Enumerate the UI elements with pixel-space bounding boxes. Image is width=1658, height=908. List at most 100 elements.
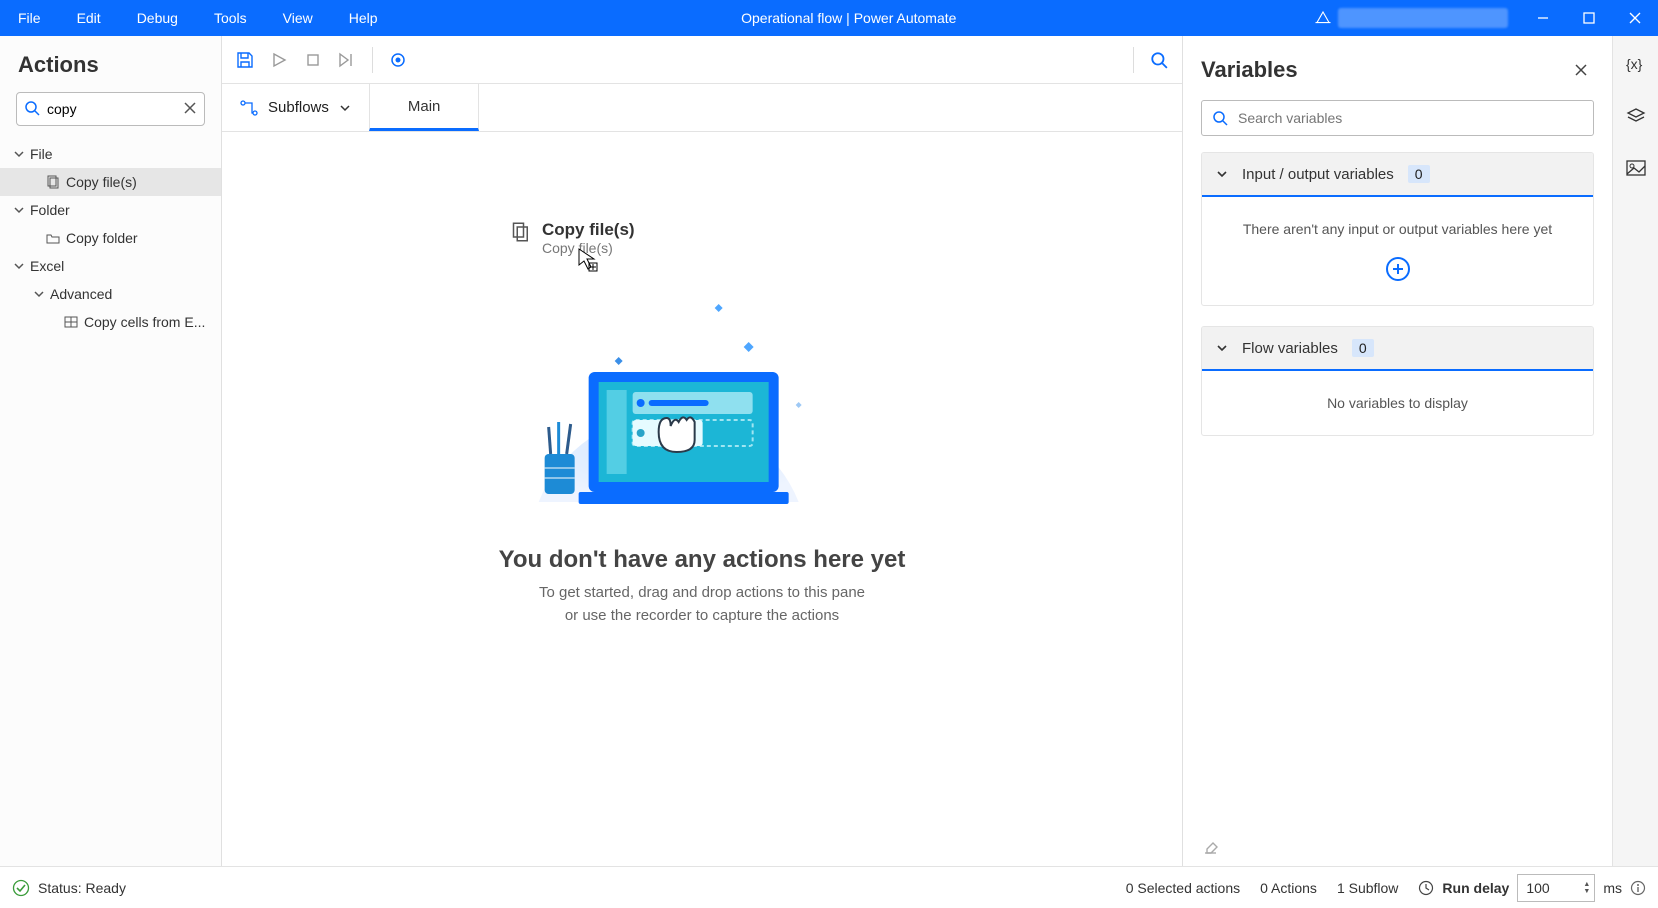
close-variables-button[interactable] (1568, 57, 1594, 83)
clock-icon (1418, 880, 1434, 896)
subflow-bar: Subflows Main (222, 84, 1182, 132)
menu-bar: File Edit Debug Tools View Help (0, 0, 396, 36)
run-delay-spinner[interactable]: ▲▼ (1583, 881, 1590, 895)
status-ok-icon (12, 879, 30, 897)
tree-group-label: Advanced (50, 286, 112, 302)
stop-button[interactable] (296, 43, 330, 77)
tree-item-copy-folder[interactable]: Copy folder (0, 224, 221, 252)
flow-variables-empty-text: No variables to display (1212, 395, 1583, 411)
tree-item-copy-files[interactable]: Copy file(s) (0, 168, 221, 196)
drag-ghost-copy-files: Copy file(s) Copy file(s) (512, 220, 635, 256)
menu-edit[interactable]: Edit (59, 0, 119, 36)
status-selected-actions: 0 Selected actions (1126, 880, 1240, 896)
eraser-icon[interactable] (1203, 836, 1592, 854)
chevron-down-icon (339, 102, 351, 114)
toolbar-separator (1133, 47, 1134, 73)
search-icon (1150, 51, 1168, 69)
play-icon (271, 52, 287, 68)
close-button[interactable] (1612, 0, 1658, 36)
tree-group-file[interactable]: File (0, 140, 221, 168)
tree-item-label: Copy folder (66, 230, 138, 246)
copy-files-icon (46, 175, 60, 189)
editor-area: Subflows Main Copy file(s) Copy file(s) (222, 36, 1182, 866)
layers-icon (1626, 107, 1646, 125)
close-icon (1574, 63, 1588, 77)
tree-group-label: Folder (30, 202, 70, 218)
step-icon (338, 52, 356, 68)
right-rail: {x} (1612, 36, 1658, 866)
tree-group-label: File (30, 146, 53, 162)
plus-icon (1392, 263, 1404, 275)
menu-help[interactable]: Help (331, 0, 396, 36)
environment-icon (1314, 9, 1332, 27)
actions-search-box (16, 92, 205, 126)
actions-search-input[interactable] (16, 92, 205, 126)
io-variables-count: 0 (1408, 165, 1430, 183)
maximize-button[interactable] (1566, 0, 1612, 36)
copy-folder-icon (46, 231, 60, 245)
run-delay-unit: ms (1603, 880, 1622, 896)
tree-item-label: Copy file(s) (66, 174, 137, 190)
empty-heading: You don't have any actions here yet (499, 546, 906, 574)
rail-ui-elements-button[interactable] (1622, 102, 1650, 130)
menu-debug[interactable]: Debug (119, 0, 196, 36)
save-button[interactable] (228, 43, 262, 77)
io-variables-empty-text: There aren't any input or output variabl… (1212, 221, 1583, 237)
chevron-down-icon (14, 149, 24, 159)
editor-toolbar (222, 36, 1182, 84)
run-button[interactable] (262, 43, 296, 77)
flow-variables-header[interactable]: Flow variables 0 (1202, 327, 1593, 371)
status-actions-count: 0 Actions (1260, 880, 1317, 896)
search-icon (24, 100, 40, 116)
run-delay-input[interactable]: 100 ▲▼ (1517, 874, 1595, 902)
subflows-label: Subflows (268, 99, 329, 116)
info-icon[interactable] (1630, 880, 1646, 896)
step-button[interactable] (330, 43, 364, 77)
status-subflows-count: 1 Subflow (1337, 880, 1398, 896)
tree-group-label: Excel (30, 258, 64, 274)
variables-search-box (1201, 100, 1594, 136)
tab-main[interactable]: Main (369, 84, 480, 131)
search-flow-button[interactable] (1142, 43, 1176, 77)
environment-name (1338, 8, 1508, 28)
toolbar-separator (372, 47, 373, 73)
empty-state: You don't have any actions here yet To g… (499, 282, 906, 627)
menu-file[interactable]: File (0, 0, 59, 36)
menu-view[interactable]: View (265, 0, 331, 36)
empty-text: To get started, drag and drop actions to… (499, 582, 906, 627)
tree-item-copy-cells[interactable]: Copy cells from E... (0, 308, 221, 336)
rail-variables-button[interactable]: {x} (1622, 50, 1650, 78)
io-variables-header[interactable]: Input / output variables 0 (1202, 153, 1593, 197)
actions-panel: Actions File (0, 36, 222, 866)
chevron-down-icon (1216, 342, 1228, 354)
subflows-dropdown[interactable]: Subflows (222, 84, 369, 131)
tree-item-label: Copy cells from E... (84, 314, 205, 330)
stop-icon (306, 53, 320, 67)
chevron-down-icon (1216, 168, 1228, 180)
tree-group-excel[interactable]: Excel (0, 252, 221, 280)
tree-group-folder[interactable]: Folder (0, 196, 221, 224)
environment-indicator[interactable] (1302, 8, 1520, 28)
save-icon (236, 51, 254, 69)
rail-images-button[interactable] (1622, 154, 1650, 182)
add-io-variable-button[interactable] (1386, 257, 1410, 281)
drag-title: Copy file(s) (542, 220, 635, 240)
excel-icon (64, 315, 78, 329)
flow-variables-label: Flow variables (1242, 340, 1338, 357)
chevron-down-icon (14, 261, 24, 271)
actions-title: Actions (0, 36, 221, 86)
actions-tree: File Copy file(s) Folder Copy folder (0, 136, 221, 340)
minimize-button[interactable] (1520, 0, 1566, 36)
record-button[interactable] (381, 43, 415, 77)
io-variables-label: Input / output variables (1242, 166, 1394, 183)
image-icon (1626, 160, 1646, 176)
subflow-icon (240, 100, 258, 116)
tree-group-advanced[interactable]: Advanced (0, 280, 221, 308)
tab-label: Main (408, 98, 441, 115)
clear-search-icon[interactable] (183, 101, 197, 115)
run-delay-label: Run delay (1442, 880, 1509, 896)
variables-search-input[interactable] (1238, 110, 1583, 126)
svg-text:{x}: {x} (1626, 56, 1643, 72)
flow-canvas[interactable]: Copy file(s) Copy file(s) (222, 132, 1182, 866)
menu-tools[interactable]: Tools (196, 0, 265, 36)
